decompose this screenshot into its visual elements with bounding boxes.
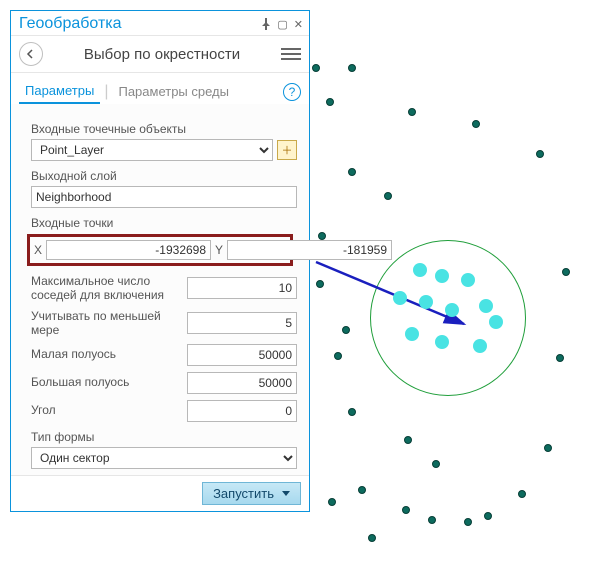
major-axis-input[interactable] bbox=[187, 372, 297, 394]
neighbor-point bbox=[461, 273, 475, 287]
input-layer-select[interactable]: Point_Layer bbox=[31, 139, 273, 161]
label-input-points: Входные точечные объекты bbox=[31, 122, 297, 136]
close-icon[interactable]: ✕ bbox=[294, 18, 303, 31]
add-layer-button[interactable]: ＋ bbox=[277, 140, 297, 160]
neighbor-point bbox=[393, 291, 407, 305]
shape-type-select[interactable]: Один сектор bbox=[31, 447, 297, 469]
feature-point bbox=[348, 64, 356, 72]
tool-title: Выбор по окрестности bbox=[51, 46, 273, 63]
feature-point bbox=[384, 192, 392, 200]
output-layer-input[interactable] bbox=[31, 186, 297, 208]
feature-point bbox=[408, 108, 416, 116]
x-input[interactable] bbox=[46, 240, 211, 260]
neighbor-point bbox=[445, 303, 459, 317]
parameters-form: Входные точечные объекты Point_Layer ＋ В… bbox=[11, 104, 309, 475]
geoprocessing-panel: Геообработка ▢ ✕ Выбор по окрестности Па… bbox=[10, 10, 310, 512]
feature-point bbox=[472, 120, 480, 128]
label-major-axis: Большая полуось bbox=[31, 375, 183, 389]
feature-point bbox=[318, 232, 326, 240]
y-label: Y bbox=[215, 243, 223, 257]
neighbor-point bbox=[473, 339, 487, 353]
label-input-coords: Входные точки bbox=[31, 216, 297, 230]
app-title: Геообработка bbox=[19, 15, 261, 33]
neighbor-point bbox=[435, 335, 449, 349]
feature-point bbox=[556, 354, 564, 362]
neighbor-point bbox=[419, 295, 433, 309]
y-input[interactable] bbox=[227, 240, 392, 260]
x-label: X bbox=[34, 243, 42, 257]
xy-highlight-box: X Y bbox=[27, 234, 293, 266]
feature-point bbox=[358, 486, 366, 494]
label-output-layer: Выходной слой bbox=[31, 169, 297, 183]
pin-icon[interactable] bbox=[261, 18, 271, 30]
run-button[interactable]: Запустить bbox=[202, 482, 301, 505]
neighbor-point bbox=[479, 299, 493, 313]
neighbor-point bbox=[405, 327, 419, 341]
feature-point bbox=[312, 64, 320, 72]
tab-parameters[interactable]: Параметры bbox=[19, 79, 100, 104]
neighbor-point bbox=[489, 315, 503, 329]
feature-point bbox=[428, 516, 436, 524]
feature-point bbox=[342, 326, 350, 334]
angle-input[interactable] bbox=[187, 400, 297, 422]
run-label: Запустить bbox=[213, 486, 274, 501]
titlebar: Геообработка ▢ ✕ bbox=[11, 11, 309, 36]
back-button[interactable] bbox=[19, 42, 43, 66]
min-include-input[interactable] bbox=[187, 312, 297, 334]
feature-point bbox=[484, 512, 492, 520]
menu-icon[interactable] bbox=[281, 48, 301, 60]
feature-point bbox=[328, 498, 336, 506]
label-angle: Угол bbox=[31, 403, 183, 417]
label-max-neighbors: Максимальное число соседей для включения bbox=[31, 274, 183, 303]
feature-point bbox=[348, 408, 356, 416]
neighbor-point bbox=[435, 269, 449, 283]
help-icon[interactable]: ? bbox=[283, 83, 301, 101]
feature-point bbox=[368, 534, 376, 542]
maximize-icon[interactable]: ▢ bbox=[277, 18, 287, 31]
feature-point bbox=[402, 506, 410, 514]
feature-point bbox=[432, 460, 440, 468]
arrow-annotation bbox=[316, 262, 476, 342]
feature-point bbox=[536, 150, 544, 158]
max-neighbors-input[interactable] bbox=[187, 277, 297, 299]
label-minor-axis: Малая полуось bbox=[31, 347, 183, 361]
feature-point bbox=[334, 352, 342, 360]
feature-point bbox=[562, 268, 570, 276]
neighborhood-circle bbox=[370, 240, 526, 396]
feature-point bbox=[404, 436, 412, 444]
neighbor-point bbox=[413, 263, 427, 277]
label-shape-type: Тип формы bbox=[31, 430, 297, 444]
label-min-include: Учитывать по меньшей мере bbox=[31, 309, 183, 338]
feature-point bbox=[316, 280, 324, 288]
tab-environments[interactable]: Параметры среды bbox=[112, 80, 235, 103]
minor-axis-input[interactable] bbox=[187, 344, 297, 366]
feature-point bbox=[518, 490, 526, 498]
feature-point bbox=[326, 98, 334, 106]
feature-point bbox=[348, 168, 356, 176]
feature-point bbox=[464, 518, 472, 526]
feature-point bbox=[544, 444, 552, 452]
